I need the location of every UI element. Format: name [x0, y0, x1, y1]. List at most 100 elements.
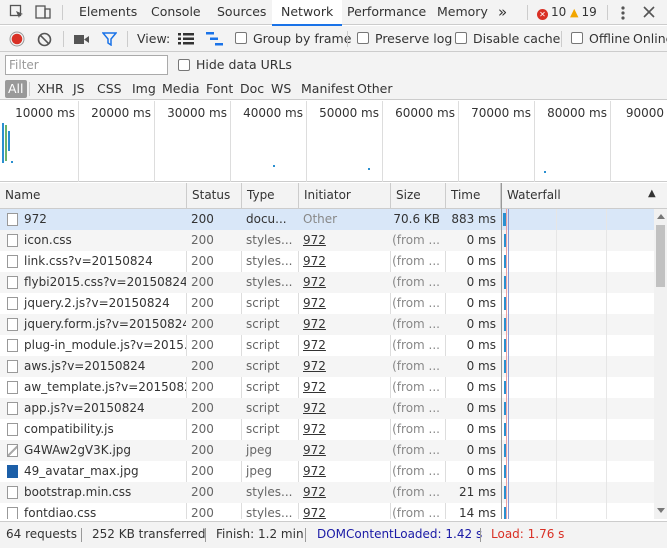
type-filter-img[interactable]: Img [129, 80, 159, 98]
dom-content-loaded-marker-line [508, 209, 509, 519]
cell-name: icon.css [24, 233, 72, 247]
filter-bar: Hide data URLs [0, 52, 667, 78]
tab-network[interactable]: Network [272, 0, 343, 26]
offline-checkbox[interactable] [571, 32, 583, 44]
cell-type: script [246, 401, 280, 415]
cell-initiator[interactable]: 972 [298, 482, 390, 503]
overview-request-bar [11, 161, 13, 163]
type-filter-other[interactable]: Other [354, 80, 396, 98]
network-overview[interactable]: 10000 ms 20000 ms 30000 ms 40000 ms 5000… [0, 101, 667, 182]
disable-cache-checkbox[interactable] [455, 32, 467, 44]
hide-data-urls-checkbox[interactable] [178, 59, 190, 71]
filter-input[interactable] [5, 55, 168, 75]
cell-size: (from ... [392, 317, 440, 331]
cell-status: 200 [191, 338, 214, 352]
overview-tick-label: 40000 ms [243, 106, 303, 120]
more-tabs-button[interactable]: » [489, 0, 516, 25]
error-count-badge[interactable]: ✕ 10 [537, 5, 566, 20]
preserve-log-checkbox[interactable] [357, 32, 369, 44]
group-by-frame-checkbox[interactable] [235, 32, 247, 44]
column-header-status[interactable]: Status [187, 183, 242, 209]
column-header-waterfall[interactable]: Waterfall [501, 183, 667, 209]
scroll-up-arrow-icon[interactable] [657, 214, 665, 219]
column-header-size[interactable]: Size [391, 183, 446, 209]
cell-initiator[interactable]: 972 [298, 272, 390, 293]
close-icon[interactable] [642, 5, 660, 21]
cell-initiator[interactable]: 972 [298, 356, 390, 377]
large-rows-icon[interactable] [178, 33, 194, 48]
type-filter-ws[interactable]: WS [268, 80, 294, 98]
cell-status: 200 [191, 359, 214, 373]
waterfall-gridline [606, 209, 607, 519]
cell-time: 0 ms [466, 443, 496, 457]
type-filter-xhr[interactable]: XHR [34, 80, 67, 98]
divider [607, 5, 608, 20]
cell-name: jquery.form.js?v=20150824 [24, 317, 186, 331]
scroll-down-arrow-icon[interactable] [657, 508, 665, 513]
customize-menu-icon[interactable] [616, 5, 634, 21]
cell-size: (from ... [392, 338, 440, 352]
cell-type: styles... [246, 506, 293, 519]
type-filter-all[interactable]: All [5, 80, 27, 98]
device-toolbar-icon[interactable] [34, 4, 52, 20]
warning-count-badge[interactable]: ▲ 19 [570, 5, 597, 19]
cell-size: (from ... [392, 233, 440, 247]
divider [127, 31, 128, 47]
cell-initiator[interactable]: 972 [298, 335, 390, 356]
clear-icon[interactable] [37, 32, 52, 50]
tab-elements[interactable]: Elements [70, 0, 146, 25]
tab-sources[interactable]: Sources [208, 0, 275, 25]
cell-size: 70.6 KB [393, 212, 440, 226]
waterfall-view-icon[interactable] [206, 32, 224, 49]
cell-initiator[interactable]: 972 [298, 440, 390, 461]
type-filter-doc[interactable]: Doc [237, 80, 267, 98]
video-camera-icon[interactable] [74, 34, 90, 48]
cell-size: (from ... [392, 275, 440, 289]
throttling-select[interactable]: Online [633, 31, 667, 46]
column-header-name[interactable]: Name [0, 183, 187, 209]
inspect-element-icon[interactable] [9, 4, 27, 20]
column-header-type[interactable]: Type [242, 183, 299, 209]
sort-ascending-icon[interactable]: ▲ [648, 188, 656, 199]
column-header-initiator[interactable]: Initiator [299, 183, 391, 209]
cell-size: (from ... [392, 380, 440, 394]
requests-table-header: Name Status Type Initiator Size Time Wat… [0, 183, 667, 209]
cell-name: fontdiao.css [24, 506, 97, 519]
cell-initiator[interactable]: 972 [298, 419, 390, 440]
tab-performance[interactable]: Performance [338, 0, 435, 25]
cell-initiator[interactable]: 972 [298, 293, 390, 314]
cell-type: script [246, 338, 280, 352]
overview-tick-label: 70000 ms [471, 106, 531, 120]
cell-initiator[interactable]: 972 [298, 377, 390, 398]
overview-tick-label: 50000 ms [319, 106, 379, 120]
column-header-time[interactable]: Time [446, 183, 501, 209]
cell-initiator[interactable]: 972 [298, 314, 390, 335]
type-filter-js[interactable]: JS [70, 80, 88, 98]
cell-type: script [246, 380, 280, 394]
scrollbar-thumb[interactable] [656, 225, 665, 287]
type-filter-media[interactable]: Media [159, 80, 203, 98]
cell-size: (from ... [392, 485, 440, 499]
group-by-frame-label: Group by frame [253, 31, 352, 46]
tab-memory[interactable]: Memory [428, 0, 497, 25]
cell-initiator[interactable]: 972 [298, 230, 390, 251]
record-button[interactable] [9, 31, 25, 50]
cell-time: 14 ms [458, 506, 496, 519]
cell-initiator[interactable]: 972 [298, 503, 390, 519]
cell-name: G4WAw2gV3K.jpg [24, 443, 132, 457]
type-filter-manifest[interactable]: Manifest [298, 80, 357, 98]
cell-initiator[interactable]: 972 [298, 461, 390, 482]
overview-request-bar [2, 123, 4, 163]
cell-size: (from ... [392, 506, 440, 519]
cell-name: plug-in_module.js?v=2015... [24, 338, 186, 352]
cell-type: script [246, 359, 280, 373]
type-filter-font[interactable]: Font [203, 80, 236, 98]
vertical-scrollbar[interactable] [654, 209, 667, 519]
type-filter-css[interactable]: CSS [94, 80, 125, 98]
cell-time: 0 ms [466, 464, 496, 478]
cell-initiator[interactable]: 972 [298, 398, 390, 419]
cell-time: 0 ms [466, 401, 496, 415]
filter-icon[interactable] [101, 32, 118, 49]
tab-console[interactable]: Console [142, 0, 210, 25]
cell-initiator[interactable]: 972 [298, 251, 390, 272]
